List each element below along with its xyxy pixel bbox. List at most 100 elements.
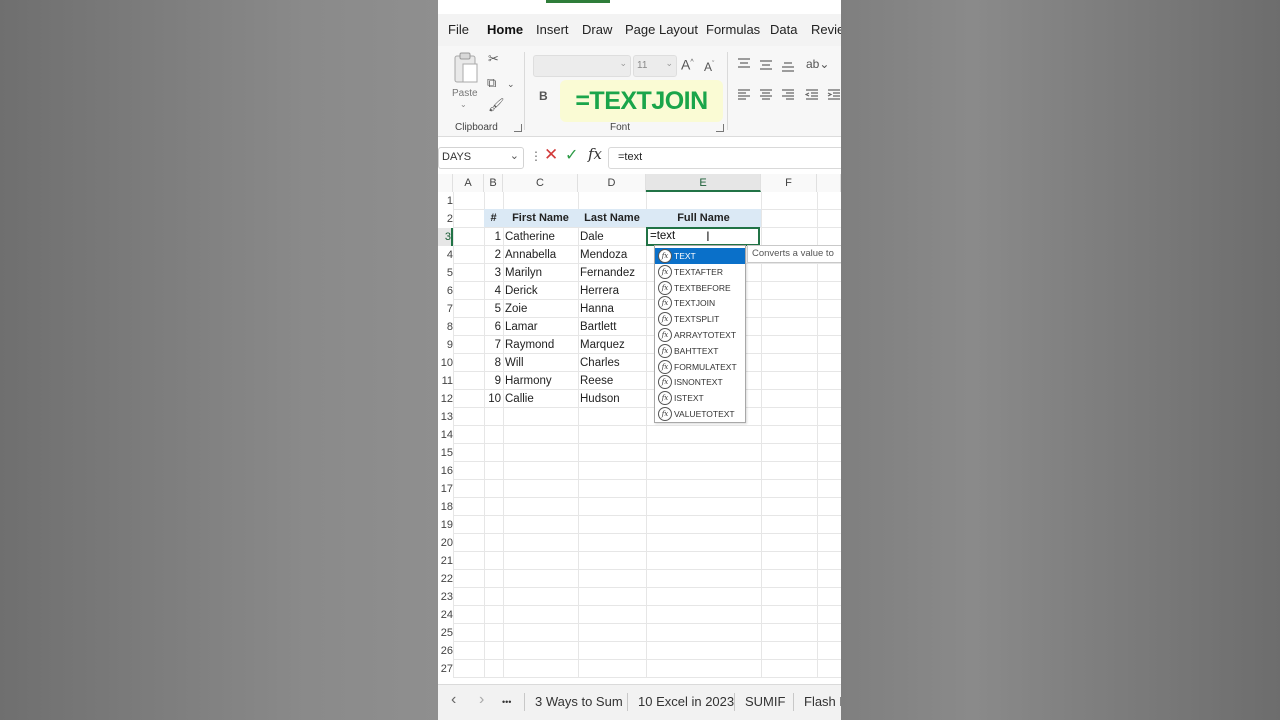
cell-first-name[interactable]: Annabella <box>505 246 577 264</box>
formula-input[interactable]: =text <box>608 147 841 169</box>
middle-align-icon[interactable] <box>759 59 773 71</box>
orientation-icon[interactable]: ab⌄ <box>806 57 829 71</box>
column-header-a[interactable]: A <box>453 174 484 192</box>
autocomplete-item[interactable]: fx TEXT <box>655 248 745 264</box>
align-right-icon[interactable] <box>781 89 795 101</box>
cell-number[interactable]: 3 <box>484 264 503 282</box>
tab-data[interactable]: Data <box>770 22 797 37</box>
cell-last-name[interactable]: Reese <box>580 372 646 390</box>
next-sheet-icon[interactable]: › <box>479 691 484 709</box>
tab-insert[interactable]: Insert <box>536 22 569 37</box>
autocomplete-item[interactable]: fx TEXTAFTER <box>655 264 745 280</box>
cell-number[interactable]: 10 <box>484 390 503 408</box>
autocomplete-item[interactable]: fx BAHTTEXT <box>655 343 745 359</box>
row-header[interactable]: 3 <box>438 228 453 246</box>
cell-first-name[interactable]: Will <box>505 354 577 372</box>
row-header[interactable]: 27 <box>438 660 453 678</box>
sheet-tab-flash-fill[interactable]: Flash F <box>804 694 841 709</box>
row-header[interactable]: 12 <box>438 390 453 408</box>
row-header[interactable]: 25 <box>438 624 453 642</box>
autocomplete-item[interactable]: fx TEXTJOIN <box>655 295 745 311</box>
bottom-align-icon[interactable] <box>781 60 795 72</box>
cell-first-name[interactable]: Raymond <box>505 336 577 354</box>
row-header[interactable]: 6 <box>438 282 453 300</box>
copy-icon[interactable]: ⧉ <box>487 76 496 90</box>
align-left-icon[interactable] <box>737 89 751 101</box>
more-options-icon[interactable]: ⋮ <box>530 149 542 163</box>
row-header[interactable]: 20 <box>438 534 453 552</box>
row-header[interactable]: 10 <box>438 354 453 372</box>
clipboard-launcher-icon[interactable] <box>514 124 522 132</box>
cell-last-name[interactable]: Fernandez <box>580 264 646 282</box>
row-header[interactable]: 15 <box>438 444 453 462</box>
column-header-b[interactable]: B <box>484 174 503 192</box>
row-header[interactable]: 11 <box>438 372 453 390</box>
sheet-tab-3-ways-to-sum[interactable]: 3 Ways to Sum <box>535 694 623 709</box>
row-header[interactable]: 1 <box>438 192 453 210</box>
font-launcher-icon[interactable] <box>716 124 724 132</box>
row-header[interactable]: 14 <box>438 426 453 444</box>
row-header[interactable]: 5 <box>438 264 453 282</box>
cell-first-name[interactable]: Derick <box>505 282 577 300</box>
decrease-indent-icon[interactable] <box>805 89 819 101</box>
sheet-tab-10-excel-in-2023[interactable]: 10 Excel in 2023 <box>638 694 734 709</box>
tab-review[interactable]: Review <box>811 22 841 37</box>
increase-indent-icon[interactable] <box>827 89 841 101</box>
autocomplete-item[interactable]: fx TEXTBEFORE <box>655 280 745 296</box>
prev-sheet-icon[interactable]: ‹ <box>451 691 456 709</box>
column-header-g[interactable] <box>817 174 841 192</box>
row-header[interactable]: 2 <box>438 210 453 228</box>
cell-first-name[interactable]: Lamar <box>505 318 577 336</box>
row-header[interactable]: 22 <box>438 570 453 588</box>
autocomplete-item[interactable]: fx ISTEXT <box>655 390 745 406</box>
paste-button[interactable]: Paste ⌄ <box>450 50 480 112</box>
cell-number[interactable]: 2 <box>484 246 503 264</box>
top-align-icon[interactable] <box>737 58 751 70</box>
row-header[interactable]: 9 <box>438 336 453 354</box>
insert-function-icon[interactable]: fx <box>588 145 602 163</box>
column-header-d[interactable]: D <box>578 174 646 192</box>
tab-home[interactable]: Home <box>487 22 523 37</box>
autocomplete-item[interactable]: fx ARRAYTOTEXT <box>655 327 745 343</box>
column-header-f[interactable]: F <box>761 174 817 192</box>
cell-last-name[interactable]: Hanna <box>580 300 646 318</box>
enter-icon[interactable]: ✓ <box>565 145 578 165</box>
cell-first-name[interactable]: Zoie <box>505 300 577 318</box>
row-header[interactable]: 13 <box>438 408 453 426</box>
font-size-select[interactable]: 11 ⌄ <box>633 55 677 77</box>
grow-font-button[interactable]: A^ <box>681 56 694 72</box>
cell-last-name[interactable]: Charles <box>580 354 646 372</box>
cell-number[interactable]: 7 <box>484 336 503 354</box>
active-cell-e3[interactable]: =text <box>646 227 760 246</box>
cell-first-name[interactable]: Marilyn <box>505 264 577 282</box>
cell-last-name[interactable]: Hudson <box>580 390 646 408</box>
row-header[interactable]: 17 <box>438 480 453 498</box>
autocomplete-item[interactable]: fx ISNONTEXT <box>655 374 745 390</box>
tab-file[interactable]: File <box>448 22 469 37</box>
cell-first-name[interactable]: Callie <box>505 390 577 408</box>
autocomplete-item[interactable]: fx TEXTSPLIT <box>655 311 745 327</box>
row-header[interactable]: 24 <box>438 606 453 624</box>
font-name-select[interactable]: ⌄ <box>533 55 631 77</box>
cell-last-name[interactable]: Herrera <box>580 282 646 300</box>
column-header-e[interactable]: E <box>646 174 761 192</box>
tab-formulas[interactable]: Formulas <box>706 22 760 37</box>
row-header[interactable]: 7 <box>438 300 453 318</box>
align-center-icon[interactable] <box>759 89 773 101</box>
cell-first-name[interactable]: Catherine <box>505 228 577 246</box>
cell-last-name[interactable]: Bartlett <box>580 318 646 336</box>
row-header[interactable]: 19 <box>438 516 453 534</box>
cancel-icon[interactable]: ✕ <box>544 145 558 165</box>
bold-button[interactable]: B <box>539 89 548 103</box>
tab-page-layout[interactable]: Page Layout <box>625 22 698 37</box>
cell-last-name[interactable]: Marquez <box>580 336 646 354</box>
select-all-corner[interactable] <box>438 174 453 192</box>
row-header[interactable]: 18 <box>438 498 453 516</box>
cell-number[interactable]: 1 <box>484 228 503 246</box>
function-autocomplete-list[interactable]: fx TEXT fx TEXTAFTER fx TEXTBEFORE fx TEXTJOIN f… <box>654 245 746 423</box>
more-sheets-icon[interactable]: ••• <box>502 697 511 707</box>
name-box[interactable]: DAYS ⌄ <box>438 147 524 169</box>
cell-last-name[interactable]: Dale <box>580 228 646 246</box>
row-header[interactable]: 4 <box>438 246 453 264</box>
shrink-font-button[interactable]: Aˇ <box>704 58 714 74</box>
